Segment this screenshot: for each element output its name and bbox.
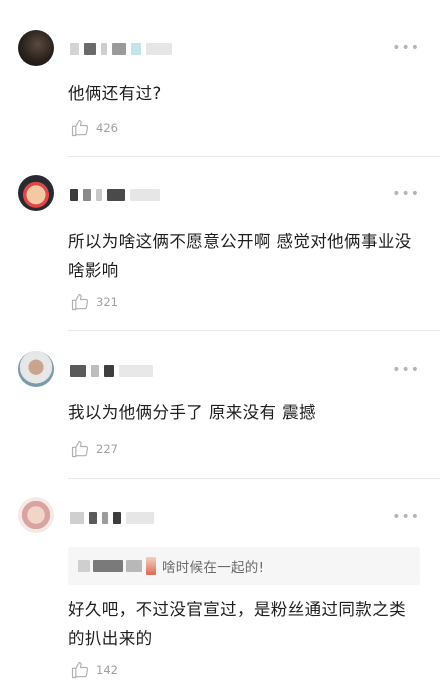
thumbs-up-icon — [71, 661, 89, 679]
more-icon[interactable]: ••• — [392, 40, 420, 56]
username-blurred[interactable] — [70, 362, 153, 380]
comment-text: 我以为他俩分手了 原来没有 震撼 — [68, 403, 316, 422]
thumbs-up-icon — [71, 293, 89, 311]
avatar[interactable] — [18, 30, 54, 66]
like-count: 426 — [96, 121, 118, 135]
avatar[interactable] — [18, 497, 54, 533]
comment-item: ••• 我以为他俩分手了 原来没有 震撼 227 — [0, 331, 440, 479]
like-count: 321 — [96, 295, 118, 309]
quoted-reply[interactable]: 啥时候在一起的! — [68, 547, 420, 585]
thumbs-up-icon — [71, 119, 89, 137]
more-icon[interactable]: ••• — [392, 362, 420, 378]
like-button[interactable]: 227 — [70, 438, 118, 460]
username-blurred[interactable] — [70, 509, 154, 527]
like-button[interactable]: 321 — [70, 291, 118, 313]
username-blurred[interactable] — [70, 186, 160, 204]
comment-item: ••• 他俩还有过? 426 — [0, 0, 440, 157]
thumbs-up-icon — [71, 440, 89, 458]
comment-text: 好久吧，不过没官宣过，是粉丝通过同款之类的扒出来的 — [68, 600, 406, 648]
more-icon[interactable]: ••• — [392, 186, 420, 202]
like-button[interactable]: 426 — [70, 117, 118, 139]
comment-text: 他俩还有过? — [68, 84, 162, 103]
more-icon[interactable]: ••• — [392, 509, 420, 525]
like-count: 142 — [96, 663, 118, 677]
username-blurred[interactable] — [70, 40, 172, 58]
comment-text: 所以为啥这俩不愿意公开啊 感觉对他俩事业没啥影响 — [68, 232, 412, 280]
like-button[interactable]: 142 — [70, 659, 118, 681]
avatar[interactable] — [18, 175, 54, 211]
like-count: 227 — [96, 442, 118, 456]
avatar[interactable] — [18, 351, 54, 387]
comment-item: ••• 所以为啥这俩不愿意公开啊 感觉对他俩事业没啥影响 321 — [0, 157, 440, 331]
quoted-reply-text: 啥时候在一起的! — [162, 560, 265, 576]
comment-item: ••• 啥时候在一起的! 好久吧，不过没官宣过，是粉丝通过同款之类的扒出来的 1… — [0, 479, 440, 694]
